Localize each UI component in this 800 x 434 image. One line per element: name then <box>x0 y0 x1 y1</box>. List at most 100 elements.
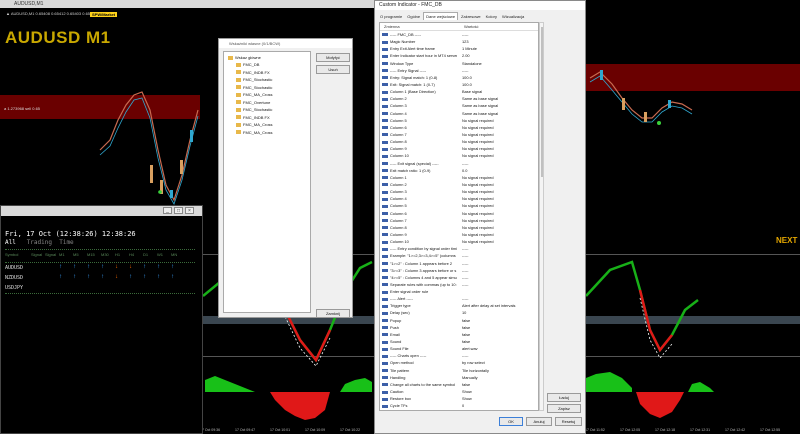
param-value[interactable]: 100.0 <box>462 81 538 88</box>
tree-item[interactable]: FMC_DB <box>236 62 259 67</box>
param-value[interactable]: No signal required <box>462 210 538 217</box>
parameter-row[interactable]: Exit match ratio: 1 (0-9) 0.0 <box>380 167 538 174</box>
param-value[interactable]: by row select <box>462 359 538 366</box>
parameter-row[interactable]: Column 8 No signal required <box>380 138 538 145</box>
parameter-row[interactable]: Column 4 Same as base signal <box>380 110 538 117</box>
param-value[interactable]: No signal required <box>462 181 538 188</box>
param-value[interactable]: No signal required <box>462 131 538 138</box>
parameter-row[interactable]: Restore box Show <box>380 395 538 402</box>
custom-indicator-dialog[interactable]: Custom Indicator - FMC_DB O programie Ogó… <box>374 0 586 434</box>
param-value[interactable]: false <box>462 381 538 388</box>
parameter-row[interactable]: Column 4 No signal required <box>380 195 538 202</box>
scanner-row[interactable]: USDJPY <box>5 283 195 293</box>
parameter-row[interactable]: Change all charts to the same symbol fals… <box>380 381 538 388</box>
parameter-row[interactable]: Tile pattern Tile horizontally <box>380 367 538 374</box>
parameter-row[interactable]: Magic Number 123 <box>380 38 538 45</box>
parameter-row[interactable]: Column 1 No signal required <box>380 174 538 181</box>
parameter-row[interactable]: Cycle TFs 0 <box>380 402 538 409</box>
param-value[interactable]: Tile horizontally <box>462 367 538 374</box>
tab-4[interactable]: Kolory <box>484 13 499 20</box>
param-value[interactable]: Show <box>462 395 538 402</box>
parameter-row[interactable]: Sound false <box>380 338 538 345</box>
param-value[interactable]: 1 Minute <box>462 45 538 52</box>
param-value[interactable]: No signal required <box>462 124 538 131</box>
parameter-row[interactable]: TF table 1,5,15,60,240,1440,10080,43200 <box>380 409 538 410</box>
param-value[interactable]: No signal required <box>462 188 538 195</box>
param-value[interactable]: ----- <box>462 274 538 281</box>
param-value[interactable]: Manually <box>462 374 538 381</box>
param-value[interactable]: ----- <box>462 31 538 38</box>
param-value[interactable]: Standalone <box>462 60 538 67</box>
parameter-row[interactable]: "3>=3" : Column 3 appears before or s ---… <box>380 267 538 274</box>
tab-5[interactable]: Wizualizacja <box>500 13 526 20</box>
tab-3[interactable]: Zakresowe <box>459 13 483 20</box>
tree-item[interactable]: FMC_MA_Cross <box>236 130 273 135</box>
minimize-button[interactable]: _ <box>163 207 172 214</box>
param-value[interactable]: ----- <box>462 352 538 359</box>
parameter-row[interactable]: Column 5 No signal required <box>380 117 538 124</box>
indicator-list-dialog[interactable]: Wskaźniki własne (0/1/BCW) Wskaz główne … <box>218 38 353 318</box>
param-value[interactable]: alert.wav <box>462 345 538 352</box>
ok-button[interactable]: OK <box>499 417 523 426</box>
scanner-row[interactable]: NZDUSD ↑ ↑ ↑ ↑ ↓ ↑ ↑ ↑ ↑ <box>5 273 195 283</box>
parameter-row[interactable]: Enter signal order rule <box>380 288 538 295</box>
parameter-row[interactable]: ----- Entry Signal ----- ----- <box>380 67 538 74</box>
parameter-row[interactable]: ----- Charts open ----- ----- <box>380 352 538 359</box>
param-value[interactable]: No signal required <box>462 195 538 202</box>
param-value[interactable]: ----- <box>462 295 538 302</box>
tree-item[interactable]: FMC_INDB FX <box>236 70 270 75</box>
load-button[interactable]: Ładuj <box>547 393 581 402</box>
maximize-button[interactable]: □ <box>174 207 183 214</box>
cancel-button[interactable]: Anuluj <box>526 417 552 426</box>
param-value[interactable]: Alert after delay at set intervals <box>462 302 538 309</box>
param-value[interactable]: ----- <box>462 252 538 259</box>
parameter-row[interactable]: ----- Alert ----- ----- <box>380 295 538 302</box>
symbol-name[interactable]: AUDUSD <box>5 265 23 271</box>
param-value[interactable]: No signal required <box>462 224 538 231</box>
parameter-row[interactable]: Column 5 No signal required <box>380 202 538 209</box>
parameter-row[interactable]: Caution Show <box>380 388 538 395</box>
scanner-titlebar[interactable]: _ □ × <box>1 206 202 216</box>
param-value[interactable]: false <box>462 317 538 324</box>
tab-2[interactable]: Dane wejściowe <box>423 12 459 20</box>
parameter-row[interactable]: ----- Entry condition by signal order ti… <box>380 245 538 252</box>
param-value[interactable]: false <box>462 331 538 338</box>
tab-all[interactable]: All <box>5 239 16 246</box>
parameter-row[interactable]: Popup false <box>380 317 538 324</box>
delete-button[interactable]: Usuń <box>316 65 350 74</box>
param-value[interactable]: Base signal <box>462 88 538 95</box>
param-value[interactable]: 100.0 <box>462 74 538 81</box>
parameter-row[interactable]: Column 9 No signal required <box>380 145 538 152</box>
scanner-window[interactable]: _ □ × Fri, 17 Oct (12:38:26) 12:38:26 Al… <box>0 205 203 434</box>
tab-0[interactable]: O programie <box>378 13 404 20</box>
param-value[interactable]: No signal required <box>462 238 538 245</box>
parameter-row[interactable]: Push false <box>380 324 538 331</box>
param-value[interactable]: No signal required <box>462 152 538 159</box>
param-value[interactable]: ----- <box>462 260 538 267</box>
param-value[interactable]: 10 <box>462 309 538 316</box>
param-value[interactable]: ----- <box>462 245 538 252</box>
param-value[interactable]: ----- <box>462 67 538 74</box>
param-value[interactable]: false <box>462 338 538 345</box>
parameter-row[interactable]: Column 3 No signal required <box>380 188 538 195</box>
param-value[interactable]: 0 <box>462 402 538 409</box>
parameter-row[interactable]: "4>=5" : Columns 4 and 5 appear simul ---… <box>380 274 538 281</box>
param-value[interactable]: No signal required <box>462 231 538 238</box>
parameter-row[interactable]: Enter Indicator start hour in MT4 server… <box>380 52 538 59</box>
parameter-row[interactable]: Trigger type Alert after delay at set int… <box>380 302 538 309</box>
scanner-row[interactable]: AUDUSD ↑ ↑ ↑ ↑ ↓ ↓ ↑ ↑ ↑ <box>5 263 195 273</box>
tree-item[interactable]: FMC_MA_Cross <box>236 122 273 127</box>
param-value[interactable]: Same as base signal <box>462 102 538 109</box>
param-value[interactable]: false <box>462 324 538 331</box>
parameter-row[interactable]: Sound File alert.wav <box>380 345 538 352</box>
param-value[interactable]: Same as base signal <box>462 110 538 117</box>
tab-trading[interactable]: Trading <box>27 239 52 246</box>
parameter-row[interactable]: Column 7 No signal required <box>380 131 538 138</box>
save-button[interactable]: Zapisz <box>547 404 581 413</box>
param-value[interactable]: No signal required <box>462 145 538 152</box>
tab-1[interactable]: Ogólne <box>405 13 422 20</box>
symbol-name[interactable]: USDJPY <box>5 285 23 291</box>
scrollbar[interactable] <box>539 22 544 411</box>
parameter-row[interactable]: Open method by row select <box>380 359 538 366</box>
tree-item[interactable]: FMC_INDB FX <box>236 115 270 120</box>
